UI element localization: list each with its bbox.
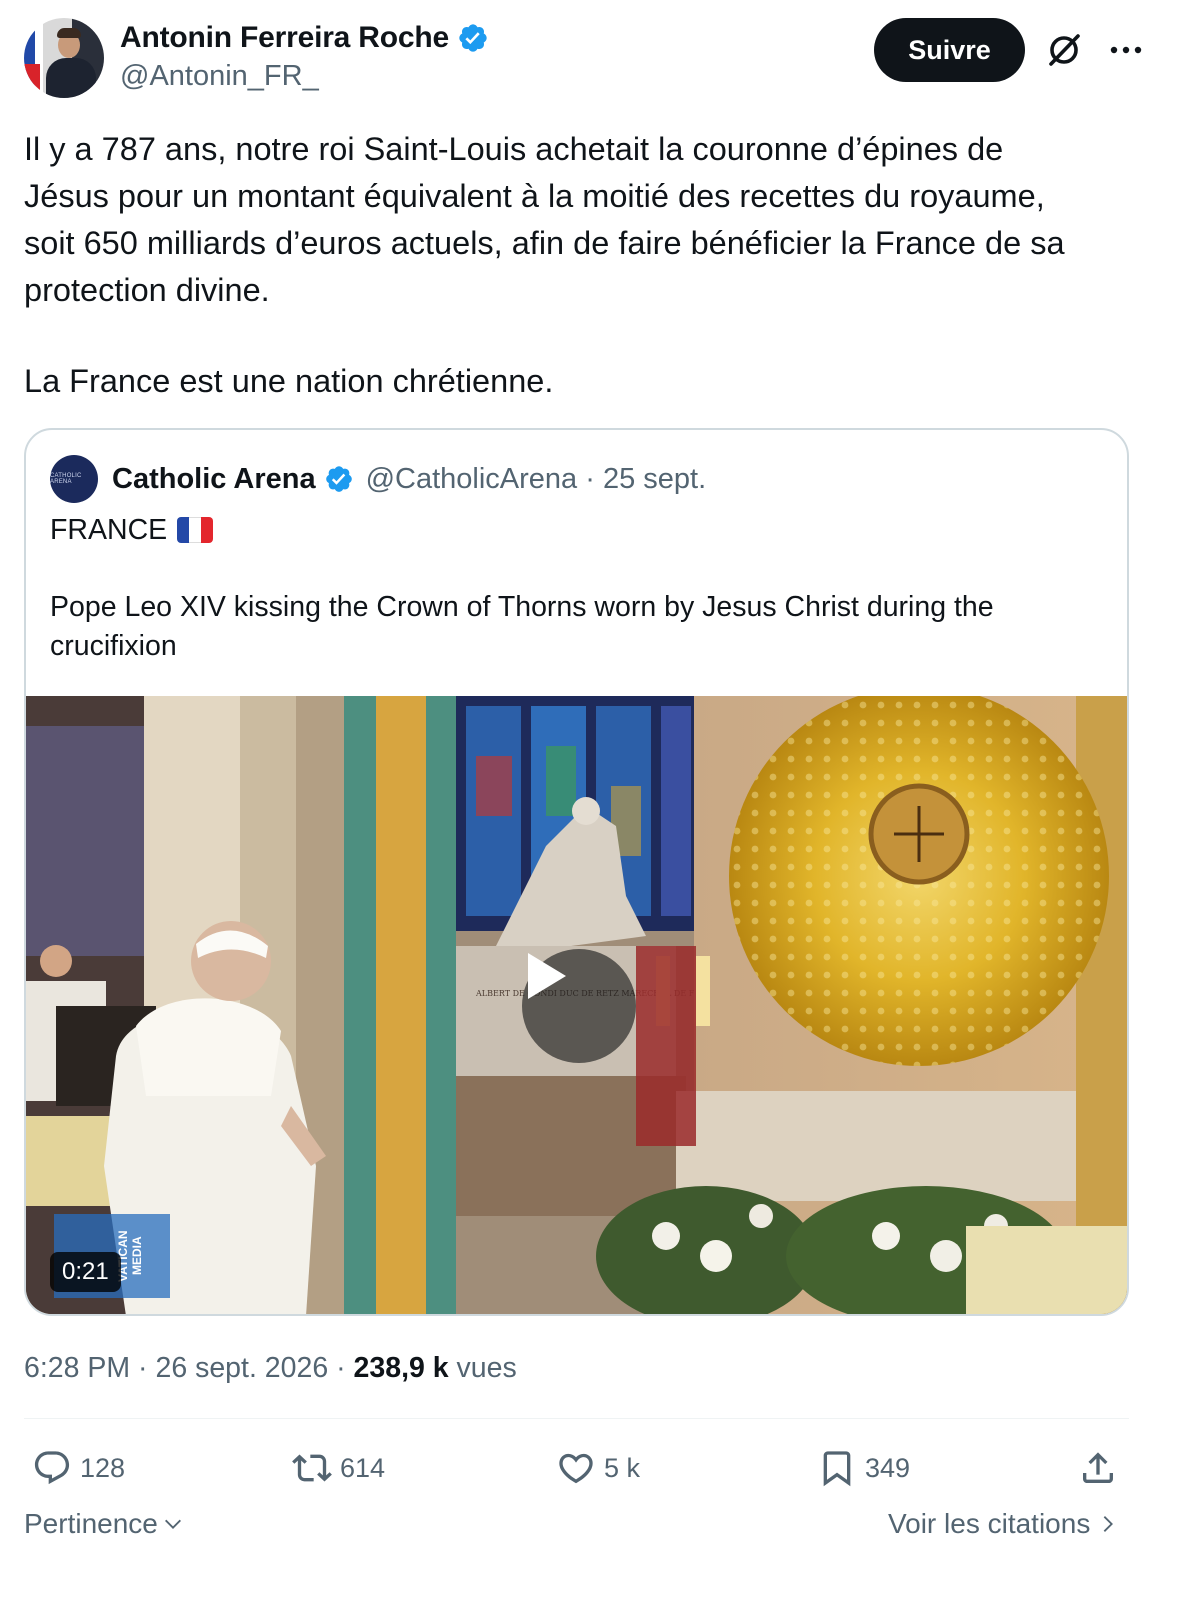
quoted-country: FRANCE (50, 514, 168, 546)
quoted-header: CATHOLIC ARENA Catholic Arena @CatholicA… (50, 454, 706, 504)
quoted-text-line1: FRANCE (50, 510, 214, 550)
like-count: 5 k (604, 1452, 641, 1483)
tweet-body: Il y a 787 ans, notre roi Saint-Louis ac… (24, 131, 1065, 308)
quoted-text-line2: Pope Leo XIV kissing the Crown of Thorns… (50, 591, 994, 662)
quoted-tweet[interactable]: CATHOLIC ARENA Catholic Arena @CatholicA… (24, 428, 1129, 1316)
grok-icon[interactable] (1044, 30, 1084, 70)
video-duration: 0:21 (50, 1252, 121, 1292)
divider (24, 1418, 1129, 1419)
author-name-row: Antonin Ferreira Roche (120, 18, 489, 58)
quoted-author-name: Catholic Arena (112, 462, 316, 495)
quoted-avatar: CATHOLIC ARENA (50, 455, 98, 503)
reply-button[interactable]: 128 (32, 1444, 125, 1492)
chevron-right-icon (1104, 1516, 1114, 1532)
chevron-down-icon (164, 1519, 181, 1529)
reply-icon (34, 1451, 70, 1485)
tweet-header: Antonin Ferreira Roche @Antonin_FR_ Suiv… (24, 18, 1160, 98)
like-icon (559, 1453, 593, 1484)
quoted-handle-date: @CatholicArena · 25 sept. (365, 462, 707, 495)
repost-icon (292, 1454, 332, 1482)
repost-button[interactable]: 614 (292, 1444, 385, 1492)
view-quotes-label: Voir les citations (888, 1508, 1091, 1539)
france-flag-icon (177, 517, 214, 543)
repost-count: 614 (340, 1452, 386, 1483)
views-label: vues (448, 1352, 517, 1384)
bookmark-icon (823, 1451, 851, 1487)
sort-label: Pertinence (24, 1508, 158, 1539)
tweet-body-line2: La France est une nation chrétienne. (24, 363, 554, 399)
view-count: 238,9 k (353, 1352, 449, 1384)
author-name[interactable]: Antonin Ferreira Roche (120, 21, 449, 55)
play-icon (528, 953, 566, 999)
view-quotes-link[interactable]: Voir les citations (888, 1508, 1116, 1540)
follow-button[interactable]: Suivre (874, 18, 1025, 82)
verified-badge-icon (459, 24, 487, 52)
bookmark-button[interactable]: 349 (817, 1444, 910, 1492)
author-avatar[interactable] (24, 18, 104, 98)
video-player[interactable]: ALBERT DE GONDI DUC DE RETZ MARECHAL DE … (26, 696, 1127, 1314)
tweet-text: Il y a 787 ans, notre roi Saint-Louis ac… (24, 126, 1144, 314)
tweet-timestamp[interactable]: 6:28 PM · 26 sept. 2026 · (24, 1352, 354, 1384)
bookmark-count: 349 (865, 1452, 911, 1483)
sort-dropdown[interactable]: Pertinence (24, 1508, 184, 1540)
reply-count: 128 (80, 1452, 126, 1483)
author-handle[interactable]: @Antonin_FR_ (120, 60, 319, 93)
share-icon (1083, 1452, 1113, 1483)
verified-badge-icon (325, 466, 352, 492)
like-button[interactable]: 5 k (556, 1444, 640, 1492)
tweet-meta: 6:28 PM · 26 sept. 2026 · 238,9 k vues (24, 1348, 517, 1388)
play-button[interactable] (522, 949, 636, 1063)
more-icon[interactable] (1106, 38, 1146, 62)
share-button[interactable] (1078, 1444, 1118, 1492)
